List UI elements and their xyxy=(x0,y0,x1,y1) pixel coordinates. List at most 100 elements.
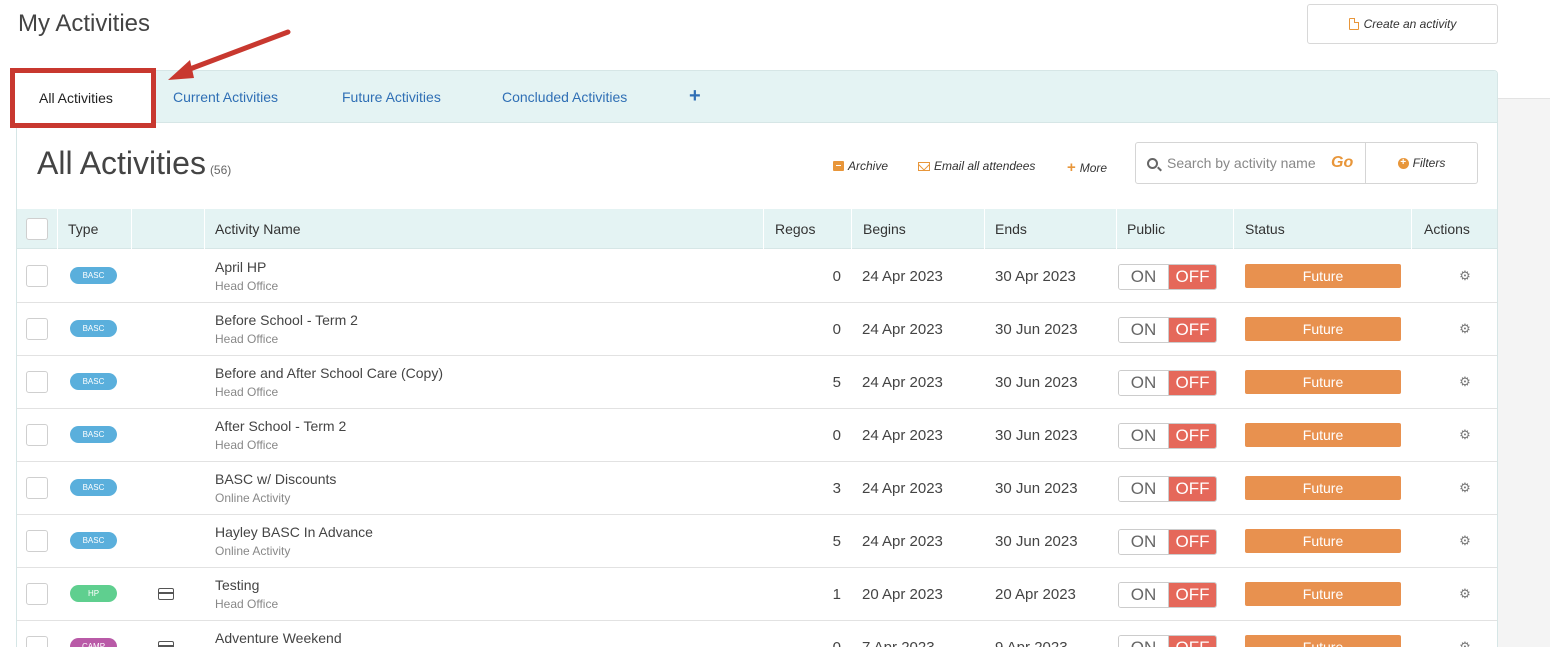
column-header-type[interactable]: Type xyxy=(68,221,98,237)
toggle-on-label: ON xyxy=(1119,477,1168,501)
ends-date: 30 Jun 2023 xyxy=(995,321,1078,338)
regos-count: 1 xyxy=(832,586,841,603)
plus-circle-icon: + xyxy=(1397,157,1409,169)
regos-count: 3 xyxy=(832,480,841,497)
status-badge: Future xyxy=(1245,529,1401,553)
public-toggle[interactable]: ON OFF xyxy=(1118,476,1217,502)
toggle-off-label: OFF xyxy=(1168,265,1216,289)
status-badge: Future xyxy=(1245,582,1401,606)
toggle-off-label: OFF xyxy=(1168,477,1216,501)
public-toggle[interactable]: ON OFF xyxy=(1118,317,1217,343)
type-badge: BASC xyxy=(70,320,117,337)
activity-name-link[interactable]: Before and After School Care (Copy) xyxy=(215,365,443,381)
public-toggle[interactable]: ON OFF xyxy=(1118,582,1217,608)
public-toggle[interactable]: ON OFF xyxy=(1118,370,1217,396)
archive-icon xyxy=(833,161,844,171)
table-header: Type Activity Name Regos Begins Ends Pub… xyxy=(17,209,1497,249)
row-checkbox[interactable] xyxy=(26,636,48,647)
begins-date: 24 Apr 2023 xyxy=(862,427,943,444)
column-divider xyxy=(131,209,132,249)
ends-date: 30 Jun 2023 xyxy=(995,427,1078,444)
type-badge: HP xyxy=(70,585,117,602)
activity-name-link[interactable]: Hayley BASC In Advance xyxy=(215,524,373,540)
table-row: BASC BASC w/ Discounts Online Activity 3… xyxy=(17,462,1497,515)
status-badge: Future xyxy=(1245,423,1401,447)
column-divider xyxy=(984,209,985,249)
row-checkbox[interactable] xyxy=(26,477,48,499)
gear-icon[interactable]: ⚙ xyxy=(1458,375,1472,389)
ends-date: 20 Apr 2023 xyxy=(995,586,1076,603)
page-background-strip xyxy=(1498,98,1550,647)
more-button[interactable]: + More xyxy=(1067,159,1107,176)
row-checkbox[interactable] xyxy=(26,530,48,552)
column-header-public[interactable]: Public xyxy=(1127,221,1165,237)
gear-icon[interactable]: ⚙ xyxy=(1458,587,1472,601)
toggle-on-label: ON xyxy=(1119,265,1168,289)
activity-name-link[interactable]: BASC w/ Discounts xyxy=(215,471,336,487)
tab-all-activities[interactable]: All Activities xyxy=(10,68,156,128)
regos-count: 0 xyxy=(832,321,841,338)
row-checkbox[interactable] xyxy=(26,371,48,393)
begins-date: 24 Apr 2023 xyxy=(862,533,943,550)
plus-icon: + xyxy=(1067,159,1076,176)
annotation-arrow-icon xyxy=(168,29,291,80)
gear-icon[interactable]: ⚙ xyxy=(1458,269,1472,283)
add-tab-icon[interactable]: + xyxy=(689,85,701,108)
gear-icon[interactable]: ⚙ xyxy=(1458,481,1472,495)
email-all-attendees-button[interactable]: Email all attendees xyxy=(918,159,1035,173)
tab-future-activities[interactable]: Future Activities xyxy=(342,89,441,105)
column-header-activity-name[interactable]: Activity Name xyxy=(215,221,301,237)
toggle-on-label: ON xyxy=(1119,371,1168,395)
type-badge: CAMP xyxy=(70,638,117,647)
activity-name-link[interactable]: Adventure Weekend xyxy=(215,630,342,646)
row-checkbox[interactable] xyxy=(26,265,48,287)
gear-icon[interactable]: ⚙ xyxy=(1458,428,1472,442)
tab-current-activities[interactable]: Current Activities xyxy=(173,89,278,105)
filters-button[interactable]: + Filters xyxy=(1366,142,1478,184)
archive-button[interactable]: Archive xyxy=(833,159,888,173)
public-toggle[interactable]: ON OFF xyxy=(1118,635,1217,647)
public-toggle[interactable]: ON OFF xyxy=(1118,529,1217,555)
status-badge: Future xyxy=(1245,317,1401,341)
credit-card-icon xyxy=(158,641,174,647)
row-checkbox[interactable] xyxy=(26,583,48,605)
tab-concluded-activities[interactable]: Concluded Activities xyxy=(502,89,627,105)
activity-name-link[interactable]: April HP xyxy=(215,259,266,275)
column-header-status[interactable]: Status xyxy=(1245,221,1285,237)
select-all-checkbox[interactable] xyxy=(26,218,48,240)
activity-name-link[interactable]: After School - Term 2 xyxy=(215,418,346,434)
create-activity-button[interactable]: Create an activity xyxy=(1307,4,1498,44)
column-header-actions: Actions xyxy=(1424,221,1470,237)
column-header-regos[interactable]: Regos xyxy=(775,221,815,237)
toggle-off-label: OFF xyxy=(1168,424,1216,448)
column-divider xyxy=(1116,209,1117,249)
toggle-off-label: OFF xyxy=(1168,371,1216,395)
gear-icon[interactable]: ⚙ xyxy=(1458,322,1472,336)
column-header-begins[interactable]: Begins xyxy=(863,221,906,237)
status-badge: Future xyxy=(1245,370,1401,394)
regos-count: 0 xyxy=(833,639,841,647)
toggle-on-label: ON xyxy=(1119,636,1168,647)
begins-date: 20 Apr 2023 xyxy=(862,586,943,603)
toggle-off-label: OFF xyxy=(1168,530,1216,554)
status-badge: Future xyxy=(1245,476,1401,500)
column-header-ends[interactable]: Ends xyxy=(995,221,1027,237)
begins-date: 24 Apr 2023 xyxy=(862,321,943,338)
row-checkbox[interactable] xyxy=(26,318,48,340)
table-row: BASC Hayley BASC In Advance Online Activ… xyxy=(17,515,1497,568)
table-row: BASC Before School - Term 2 Head Office … xyxy=(17,303,1497,356)
public-toggle[interactable]: ON OFF xyxy=(1118,423,1217,449)
status-badge: Future xyxy=(1245,264,1401,288)
search-input[interactable] xyxy=(1167,155,1327,171)
activity-name-link[interactable]: Testing xyxy=(215,577,259,593)
activity-name-link[interactable]: Before School - Term 2 xyxy=(215,312,358,328)
public-toggle[interactable]: ON OFF xyxy=(1118,264,1217,290)
gear-icon[interactable]: ⚙ xyxy=(1458,534,1472,548)
section-title: All Activities (56) xyxy=(37,145,231,182)
search-go-button[interactable]: Go xyxy=(1331,154,1353,172)
regos-count: 0 xyxy=(832,427,841,444)
gear-icon[interactable]: ⚙ xyxy=(1458,640,1472,647)
row-checkbox[interactable] xyxy=(26,424,48,446)
column-divider xyxy=(57,209,58,249)
archive-label: Archive xyxy=(848,159,889,173)
